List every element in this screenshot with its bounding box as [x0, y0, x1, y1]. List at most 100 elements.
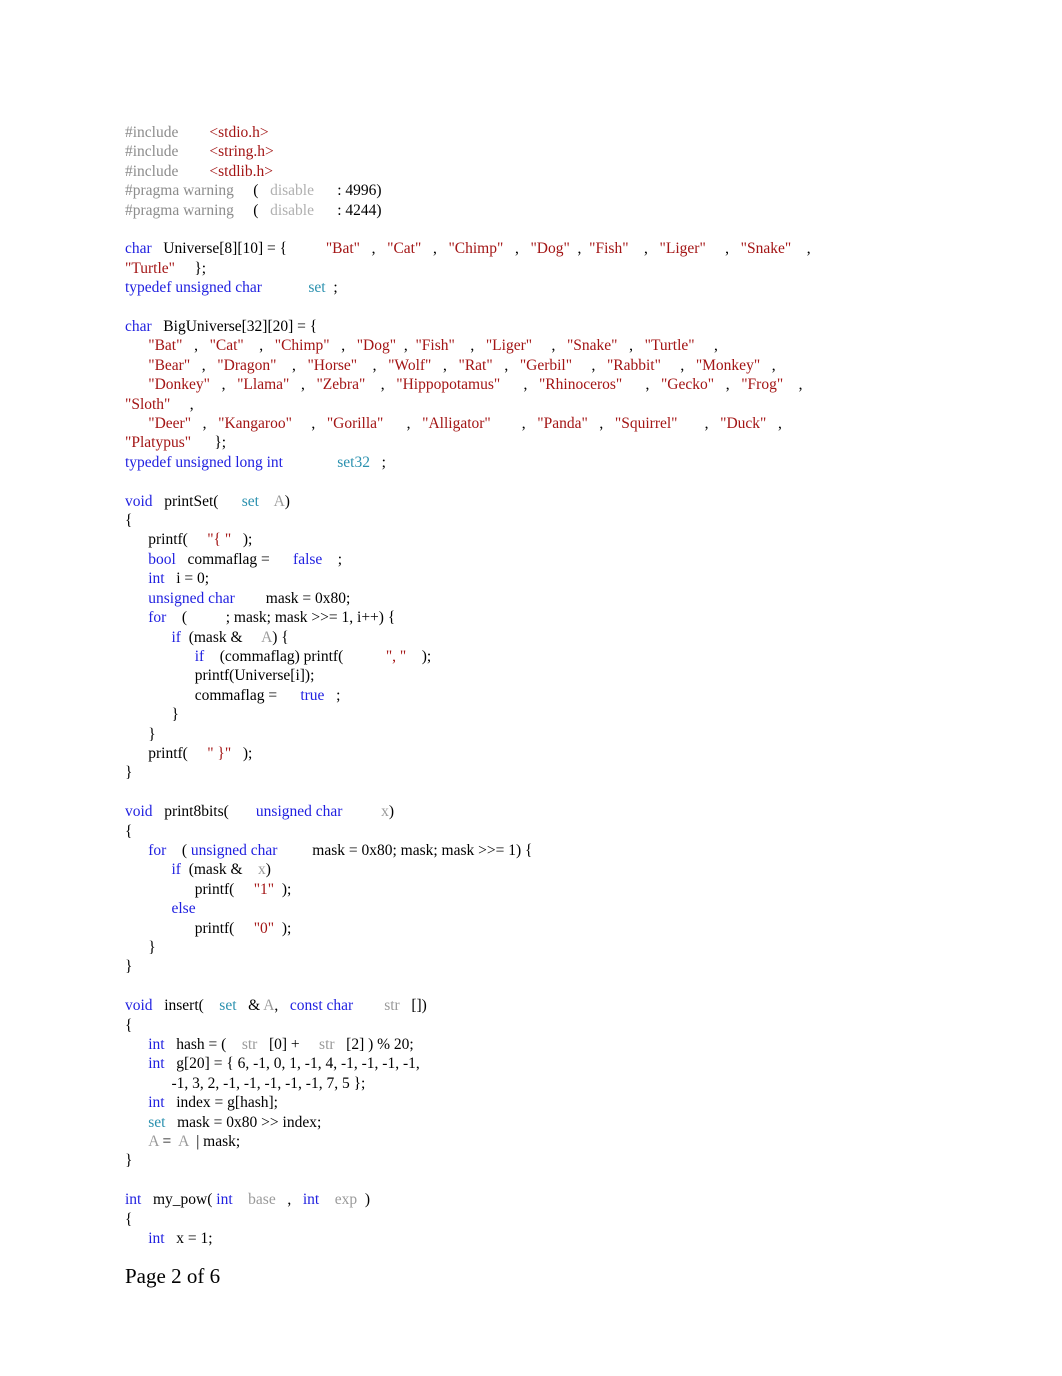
code-token: , [289, 376, 317, 394]
code-token: i = 0; [164, 570, 210, 588]
code-token: , [357, 356, 389, 374]
code-token: printf( [125, 880, 254, 898]
page-total: 6 [209, 1264, 221, 1288]
code-token: index = g[hash]; [164, 1094, 278, 1112]
code-token: ( [233, 201, 259, 219]
code-line: "Sloth" , [125, 395, 985, 414]
code-token: commaflag = [125, 686, 301, 704]
code-token: , [329, 337, 357, 355]
code-token: <string.h> [209, 143, 274, 161]
code-token: mask = 0x80; mask; mask >>= 1) { [277, 841, 533, 859]
code-token: "Chimp" [448, 240, 504, 258]
code-token: set [148, 1113, 166, 1131]
code-token: , [677, 415, 721, 433]
code-line: int my_pow( int base , int exp ) [125, 1190, 985, 1209]
code-token: "Chimp" [274, 337, 330, 355]
code-token: char [125, 240, 152, 258]
code-token: "Llama" [237, 376, 290, 394]
code-token: [2] ) % 20; [334, 1036, 414, 1054]
code-token: , [628, 240, 660, 258]
code-token: ); [231, 744, 253, 762]
code-token: "Liger" [485, 337, 533, 355]
code-line: if (commaflag) printf( ", " ); [125, 647, 985, 666]
code-token: ); [274, 880, 292, 898]
code-token: "Dog" [530, 240, 570, 258]
code-token: printf( [125, 531, 208, 549]
code-token: int [148, 1230, 165, 1248]
code-token: []) [399, 997, 427, 1015]
code-line: } [125, 763, 985, 782]
code-token: ); [406, 647, 432, 665]
code-token: , [421, 240, 449, 258]
code-token: "Donkey" [148, 376, 210, 394]
code-token: , [587, 415, 615, 433]
code-line: } [125, 938, 985, 957]
code-token: str [241, 1036, 258, 1054]
code-token: , [791, 240, 811, 258]
code-line: #include <string.h> [125, 142, 985, 161]
code-token: A [273, 492, 285, 510]
code-line: { [125, 1016, 985, 1035]
code-token: "Bat" [148, 337, 183, 355]
code-token: } [125, 725, 156, 743]
code-line: int hash = ( str [0] + str [2] ) % 20; [125, 1035, 985, 1054]
code-line: for ( unsigned char mask = 0x80; mask; m… [125, 841, 985, 860]
code-token: int [125, 1191, 142, 1209]
code-token: , [569, 240, 590, 258]
code-token: "Deer" [148, 415, 192, 433]
code-token: , [431, 356, 459, 374]
code-token: #pragma warning [125, 201, 234, 219]
code-token: "Rabbit" [606, 356, 661, 374]
code-token: "Wolf" [388, 356, 432, 374]
code-token: } [125, 706, 179, 724]
code-token: set [219, 997, 237, 1015]
code-line: unsigned char mask = 0x80; [125, 589, 985, 608]
code-token: "Rat" [458, 356, 493, 374]
code-token: -1, 3, 2, -1, -1, -1, -1, -1, 7, 5 }; [125, 1074, 366, 1092]
code-token: "1" [253, 880, 275, 898]
code-token: , [275, 1191, 303, 1209]
code-line: "Bear" , "Dragon" , "Horse" , "Wolf" , "… [125, 356, 985, 375]
code-line: void printSet( set A) [125, 492, 985, 511]
code-token: "Fish" [589, 240, 629, 258]
code-token: , [396, 337, 416, 355]
code-token: str [384, 997, 400, 1015]
code-token: , [503, 240, 531, 258]
code-line: int index = g[hash]; [125, 1093, 985, 1112]
code-token: : 4996) [313, 182, 382, 200]
code-token: | mask; [188, 1133, 241, 1151]
code-token: "Cat" [387, 240, 422, 258]
code-token: , [714, 376, 742, 394]
code-token: [0] + [257, 1036, 320, 1054]
page-number: 2 [171, 1264, 182, 1288]
code-line: if (mask & A) { [125, 628, 985, 647]
code-line: "Donkey" , "Llama" , "Zebra" , "Hippopot… [125, 375, 985, 394]
code-token: "Snake" [566, 337, 618, 355]
code-line: printf( "{ " ); [125, 530, 985, 549]
code-token: ) [388, 803, 395, 821]
code-token: x [381, 803, 389, 821]
code-line: -1, 3, 2, -1, -1, -1, -1, -1, 7, 5 }; [125, 1074, 985, 1093]
code-token: #include [125, 162, 179, 180]
code-line: int i = 0; [125, 569, 985, 588]
code-token: my_pow( [141, 1191, 217, 1209]
code-token: , [209, 376, 238, 394]
code-token: A [261, 628, 273, 646]
code-token: printf(Universe[i]); [125, 667, 315, 685]
code-token: "Platypus" [125, 434, 192, 452]
code-token: ( [233, 182, 259, 200]
code-line: int g[20] = { 6, -1, 0, 1, -1, 4, -1, -1… [125, 1054, 985, 1073]
code-line: printf( " }" ); [125, 744, 985, 763]
code-token: false [293, 550, 323, 568]
code-token: , [760, 356, 776, 374]
